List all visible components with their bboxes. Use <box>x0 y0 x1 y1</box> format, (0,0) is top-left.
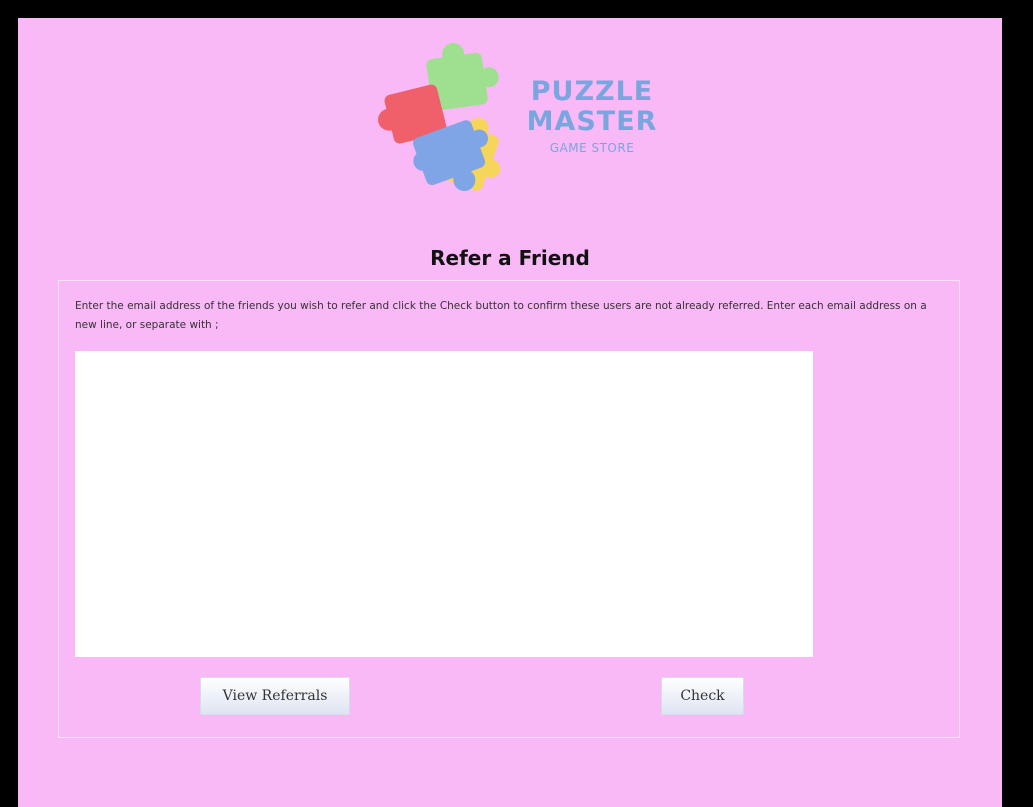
logo-line-game-store: GAME STORE <box>549 141 635 155</box>
puzzle-pieces-icon <box>378 43 501 192</box>
instructions-text: Enter the email address of the friends y… <box>75 300 927 331</box>
window-frame: PUZZLE MASTER GAME STORE Refer a Friend … <box>0 0 1033 807</box>
refer-form-panel: Enter the email address of the friends y… <box>58 280 960 738</box>
page-title: Refer a Friend <box>430 246 590 270</box>
puzzle-master-logo: PUZZLE MASTER GAME STORE <box>362 40 662 215</box>
logo-line-puzzle: PUZZLE <box>530 76 654 107</box>
check-button[interactable]: Check <box>661 677 744 715</box>
logo-line-master: MASTER <box>526 106 658 137</box>
email-addresses-textarea[interactable] <box>75 351 813 657</box>
page-body: PUZZLE MASTER GAME STORE Refer a Friend … <box>18 18 1002 807</box>
view-referrals-button[interactable]: View Referrals <box>200 677 350 715</box>
logo-wordmark: PUZZLE MASTER GAME STORE <box>522 78 662 154</box>
